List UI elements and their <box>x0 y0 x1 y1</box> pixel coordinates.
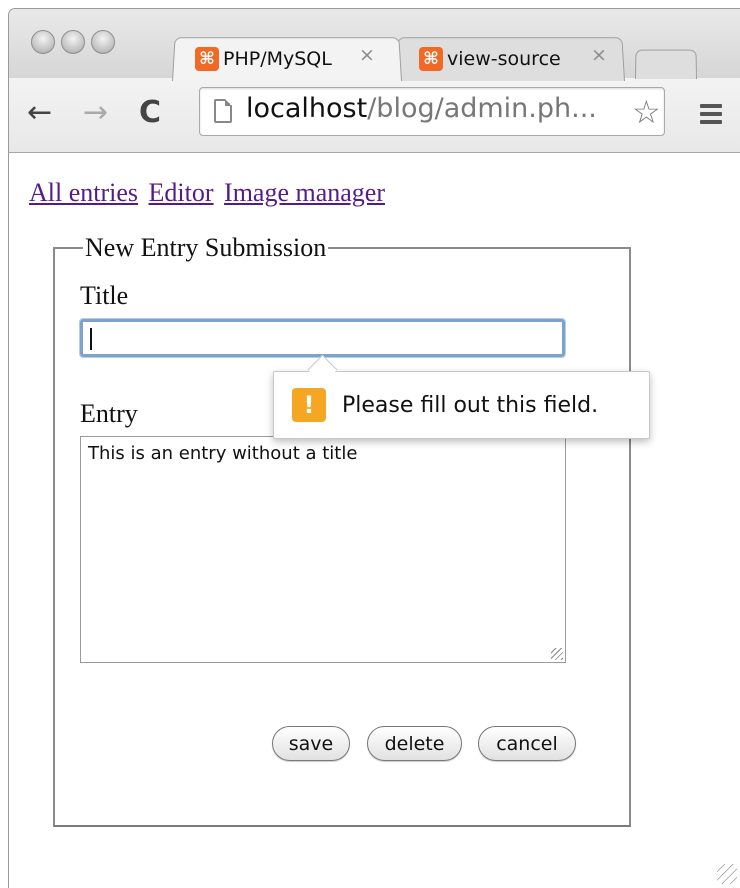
link-editor[interactable]: Editor <box>149 178 214 207</box>
validation-tooltip: ! Please fill out this field. <box>273 371 650 439</box>
tab-title: PHP/MySQL <box>223 48 332 70</box>
browser-window: ⌘ PHP/MySQL × ⌘ view-source × ← → C loca… <box>8 8 740 888</box>
entry-textarea[interactable]: This is an entry without a title <box>80 436 566 663</box>
page-icon <box>214 99 232 123</box>
warning-icon: ! <box>292 388 326 422</box>
tab-strip: ⌘ PHP/MySQL × ⌘ view-source × <box>9 9 740 81</box>
validation-message: Please fill out this field. <box>342 392 599 418</box>
window-resize-grip-icon[interactable] <box>717 864 737 884</box>
tab-view-source-content[interactable]: ⌘ view-source <box>419 42 581 76</box>
entry-textarea-value: This is an entry without a title <box>88 443 358 464</box>
reload-icon[interactable]: C <box>139 96 161 130</box>
link-all-entries[interactable]: All entries <box>29 178 138 207</box>
title-input[interactable] <box>79 318 566 358</box>
bookmark-star-icon[interactable]: ☆ <box>632 93 661 131</box>
hamburger-menu-icon[interactable] <box>700 104 722 128</box>
browser-toolbar: ← → C localhost/blog/admin.ph... ☆ <box>9 78 740 153</box>
url-path: /blog/admin.ph... <box>367 93 597 124</box>
save-button[interactable]: save <box>272 726 350 761</box>
new-tab-button[interactable] <box>635 49 697 79</box>
admin-nav: All entries Editor Image manager <box>29 178 389 208</box>
tab-php-mysql-content[interactable]: ⌘ PHP/MySQL <box>195 42 345 76</box>
xampp-icon: ⌘ <box>419 47 443 71</box>
cancel-button[interactable]: cancel <box>478 726 576 761</box>
page-content: All entries Editor Image manager New Ent… <box>9 153 740 888</box>
xampp-icon: ⌘ <box>195 47 219 71</box>
form-legend: New Entry Submission <box>85 233 327 262</box>
close-window-button[interactable] <box>31 30 55 54</box>
back-arrow-icon[interactable]: ← <box>27 96 52 130</box>
resize-grip-icon[interactable] <box>551 648 563 660</box>
forward-arrow-icon[interactable]: → <box>83 96 108 130</box>
delete-button[interactable]: delete <box>367 726 462 761</box>
minimize-window-button[interactable] <box>61 30 85 54</box>
url-host: localhost <box>246 93 368 124</box>
text-caret <box>90 328 92 350</box>
url-text[interactable]: localhost/blog/admin.ph... <box>246 93 597 124</box>
tab-close-icon[interactable]: × <box>359 44 375 66</box>
title-label: Title <box>80 281 129 310</box>
address-bar[interactable]: localhost/blog/admin.ph... ☆ <box>199 87 665 136</box>
entry-label: Entry <box>80 399 138 428</box>
zoom-window-button[interactable] <box>91 30 115 54</box>
link-image-manager[interactable]: Image manager <box>224 178 385 207</box>
tab-close-icon[interactable]: × <box>591 44 607 66</box>
tab-title: view-source <box>447 48 561 70</box>
